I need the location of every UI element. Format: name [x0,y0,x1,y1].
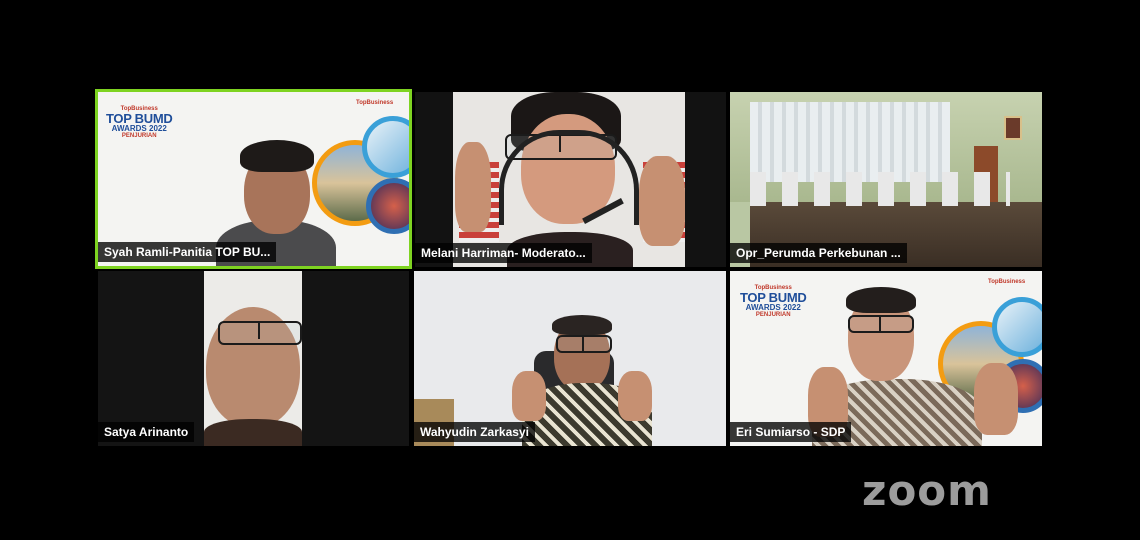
participant-glasses [218,321,302,345]
video-tile-satya-arinanto[interactable]: Satya Arinanto [98,271,409,446]
topbusiness-logo: TopBusiness [356,100,394,106]
window-curtains [750,102,950,182]
headset-icon [499,130,639,225]
participant-body [204,419,302,446]
participant-name-label: Wahyudin Zarkasyi [414,422,535,442]
video-tile-opr-perumda[interactable]: Opr_Perumda Perkebunan ... [730,92,1042,267]
participant-hair [552,315,612,335]
thumbs-up-left-hand [512,371,546,421]
video-tile-melani-harriman[interactable]: Melani Harriman- Moderato... [415,92,726,267]
zoom-meeting-gallery: TopBusiness TOP BUMD AWARDS 2022 PENJURI… [0,0,1140,540]
video-tile-wahyudin-zarkasyi[interactable]: Wahyudin Zarkasyi [414,271,726,446]
framed-portrait [1004,116,1022,140]
participant-hair [240,140,314,172]
participant-name-label: Satya Arinanto [98,422,195,442]
thumbs-up-right-hand [974,363,1018,435]
participant-glasses [556,335,612,353]
participant-name-label: Melani Harriman- Moderato... [415,243,592,263]
participant-glasses [848,315,914,333]
top-bumd-award-logo: TopBusiness TOP BUMD AWARDS 2022 PENJURI… [106,106,173,139]
lights-photo-circle [366,178,409,234]
thumbs-up-left-hand [455,142,491,232]
participant-name-label: Eri Sumiarso - SDP [730,422,852,442]
video-tile-eri-sumiarso[interactable]: TopBusiness TOP BUMD AWARDS 2022 PENJURI… [730,271,1042,446]
zoom-logo: zoom [862,466,992,515]
attendees-row [750,172,1010,206]
participant-hair [846,287,916,313]
thumbs-up-right-hand [639,156,685,246]
thumbs-up-right-hand [618,371,652,421]
participant-name-label: Syah Ramli-Panitia TOP BU... [98,242,277,262]
topbusiness-logo: TopBusiness [988,279,1026,285]
video-tile-syah-ramli[interactable]: TopBusiness TOP BUMD AWARDS 2022 PENJURI… [95,89,412,269]
top-bumd-award-logo: TopBusiness TOP BUMD AWARDS 2022 PENJURI… [740,285,807,318]
participant-name-label: Opr_Perumda Perkebunan ... [730,243,907,263]
